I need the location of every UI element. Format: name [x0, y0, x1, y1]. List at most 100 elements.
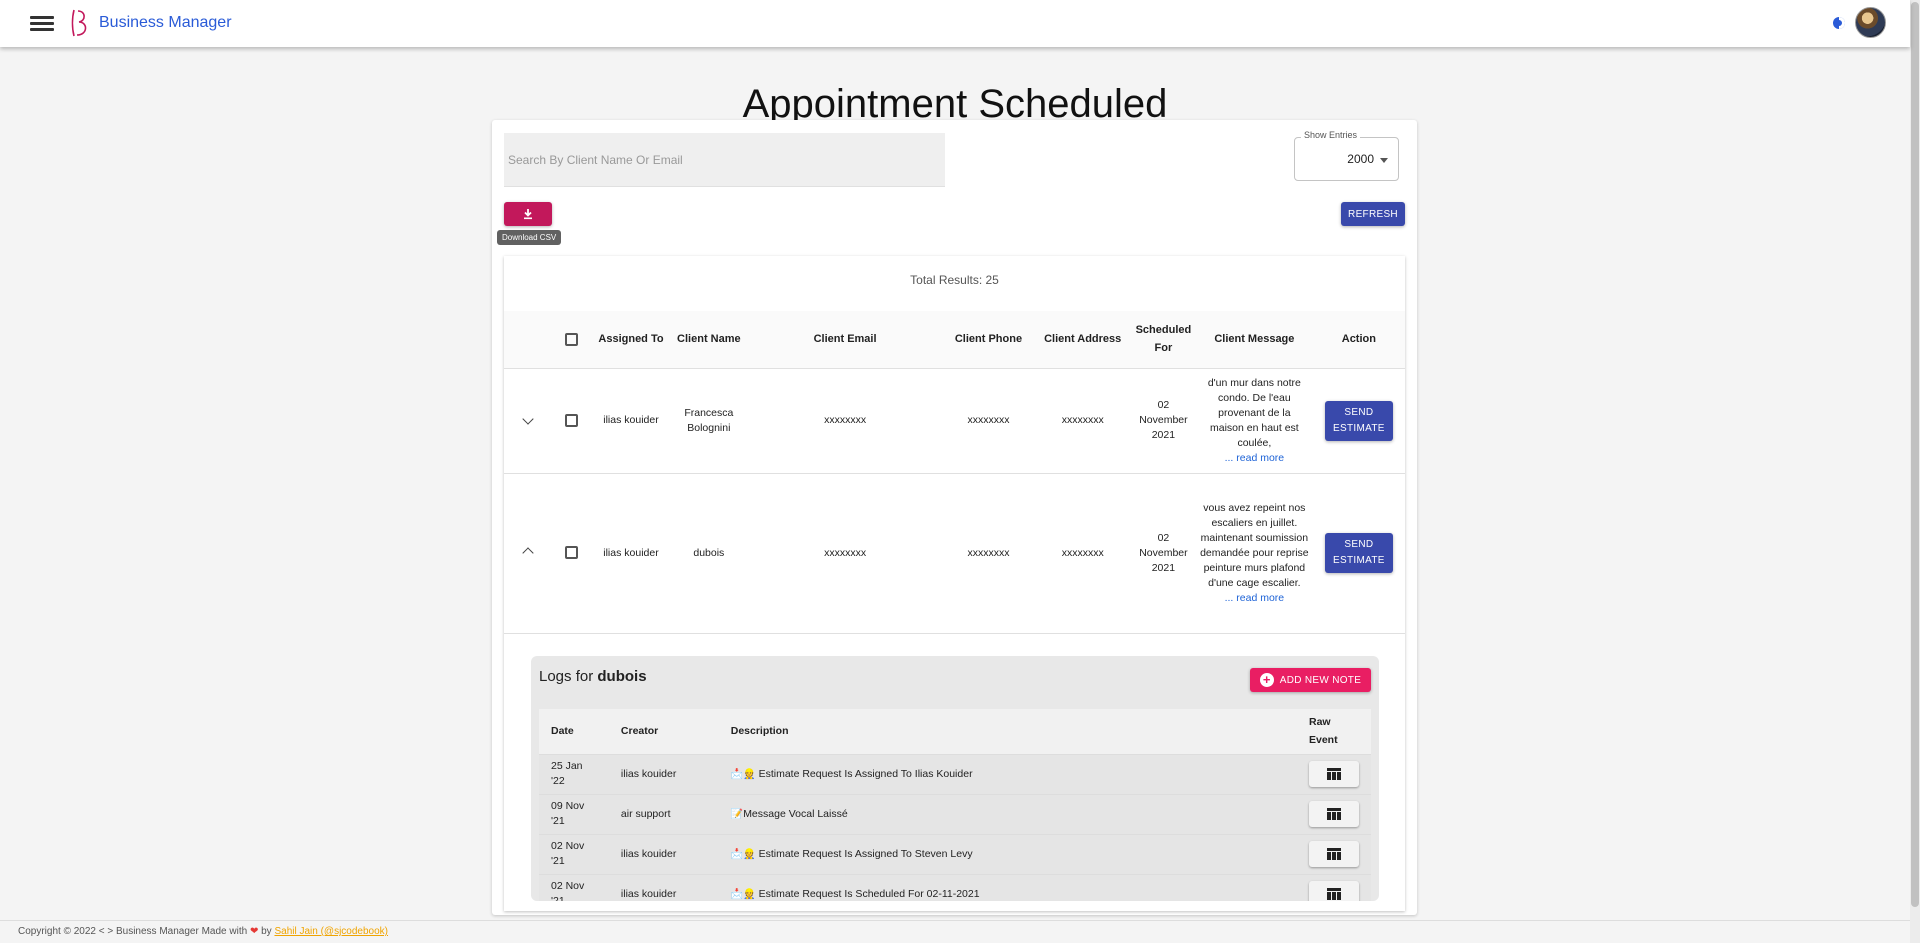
logs-column-header: Date	[539, 709, 609, 755]
log-creator: ilias kouider	[608, 754, 719, 795]
menu-icon[interactable]	[30, 13, 54, 33]
expand-column-header	[504, 311, 552, 369]
log-creator: air support	[608, 794, 719, 835]
footer-text: Copyright © 2022 < > Business Manager Ma…	[18, 926, 248, 937]
log-row: 25 Jan '22 ilias kouider 📩👷 Estimate Req…	[539, 754, 1371, 795]
send-estimate-button[interactable]: SEND ESTIMATE	[1324, 400, 1393, 441]
show-entries-select[interactable]: Show Entries 2000	[1294, 130, 1399, 181]
user-avatar[interactable]	[1855, 7, 1886, 38]
client-address-cell: xxxxxxxx	[1034, 368, 1131, 474]
client-message-text: vous avez repeint nos escaliers en juill…	[1200, 501, 1309, 589]
table-header-row: Assigned To Client Name Client Email Cli…	[504, 311, 1405, 369]
log-date: 25 Jan '22	[539, 754, 609, 795]
table-row: ilias kouider dubois xxxxxxxx xxxxxxxx x…	[504, 473, 1405, 634]
logs-panel: Logs for dubois + ADD NEW NOTE Date Crea…	[531, 656, 1379, 901]
author-link[interactable]: Sahil Jain (@sjcodebook)	[274, 926, 388, 937]
total-results: Total Results: 25	[910, 273, 999, 287]
scheduled-for-cell: 02 November 2021	[1130, 473, 1196, 634]
table-icon	[1326, 888, 1341, 900]
brand-name[interactable]: Business Manager	[99, 14, 232, 32]
logs-column-header: Raw Event	[1296, 709, 1371, 755]
raw-event-button[interactable]	[1308, 761, 1359, 787]
client-email-cell: xxxxxxxx	[747, 473, 943, 634]
raw-event-button[interactable]	[1308, 801, 1359, 827]
app-bar: Business Manager	[0, 0, 1910, 47]
column-header[interactable]: Client Address	[1034, 311, 1131, 369]
log-description-cell: 📝Message Vocal Laissé	[718, 794, 1297, 835]
add-new-note-button[interactable]: + ADD NEW NOTE	[1250, 668, 1371, 692]
row-checkbox[interactable]	[565, 413, 579, 427]
column-header[interactable]: Client Email	[747, 311, 943, 369]
select-all-checkbox[interactable]	[565, 332, 579, 346]
add-note-label: ADD NEW NOTE	[1279, 674, 1362, 686]
raw-event-button[interactable]	[1308, 841, 1359, 867]
log-event-icon: 📝	[730, 808, 744, 820]
log-description: Estimate Request Is Scheduled For 02-11-…	[758, 887, 980, 900]
heart-icon: ❤	[249, 926, 259, 937]
show-entries-label: Show Entries	[1301, 130, 1361, 140]
show-entries-value: 2000	[1347, 152, 1374, 166]
results-card: Total Results: 25 Assigned To Client Nam…	[504, 256, 1405, 911]
client-address-cell: xxxxxxxx	[1034, 473, 1131, 634]
log-row: 02 Nov '21 ilias kouider 📩👷 Estimate Req…	[539, 834, 1371, 875]
log-date: 02 Nov '21	[539, 874, 609, 901]
theme-toggle-icon[interactable]	[1832, 16, 1846, 30]
footer-by: by	[261, 926, 272, 937]
client-email-cell: xxxxxxxx	[747, 368, 943, 474]
appointments-table: Assigned To Client Name Client Email Cli…	[504, 311, 1405, 634]
log-date: 02 Nov '21	[539, 834, 609, 875]
add-circle-icon: +	[1259, 673, 1274, 687]
client-message-cell: d'un mur dans notre condo. De l'eau prov…	[1195, 368, 1313, 474]
logs-header-row: Date Creator Description Raw Event	[539, 709, 1371, 755]
column-header[interactable]: Assigned To	[592, 311, 670, 369]
table-icon	[1326, 808, 1341, 820]
raw-event-cell	[1296, 834, 1371, 875]
read-more-link[interactable]: ... read more	[1225, 592, 1285, 604]
select-cell	[551, 368, 593, 474]
logs-table: Date Creator Description Raw Event 25 Ja…	[539, 709, 1371, 901]
client-phone-cell: xxxxxxxx	[942, 368, 1035, 474]
log-description: Message Vocal Laissé	[743, 807, 848, 820]
refresh-button[interactable]: REFRESH	[1341, 202, 1405, 226]
table-icon	[1326, 848, 1341, 860]
column-header[interactable]: Scheduled For	[1130, 311, 1196, 369]
download-csv-button[interactable]	[504, 202, 552, 226]
search-input[interactable]	[504, 133, 945, 187]
footer: Copyright © 2022 < > Business Manager Ma…	[0, 920, 1910, 943]
client-name-cell: Francesca Bolognini	[669, 368, 748, 474]
select-all-header	[551, 311, 593, 369]
page-scrollbar[interactable]	[1910, 0, 1920, 943]
logs-title-prefix: Logs for	[539, 668, 594, 685]
expand-cell[interactable]	[504, 473, 552, 634]
log-creator: ilias kouider	[608, 874, 719, 901]
raw-event-button[interactable]	[1308, 881, 1359, 901]
logs-client-name: dubois	[597, 668, 647, 685]
raw-event-cell	[1296, 794, 1371, 835]
action-cell: SEND ESTIMATE	[1312, 368, 1405, 474]
action-cell: SEND ESTIMATE	[1312, 473, 1405, 634]
read-more-link[interactable]: ... read more	[1225, 452, 1285, 464]
table-icon	[1326, 768, 1341, 780]
column-header[interactable]: Client Name	[669, 311, 748, 369]
column-header[interactable]: Client Phone	[942, 311, 1035, 369]
assigned-to-cell: ilias kouider	[592, 473, 670, 634]
logs-title: Logs for dubois	[539, 668, 647, 685]
download-csv-tooltip: Download CSV	[497, 230, 562, 245]
log-event-icon: 📩👷	[730, 768, 756, 780]
log-event-icon: 📩👷	[730, 848, 756, 860]
row-checkbox[interactable]	[565, 546, 579, 560]
appointments-panel: Show Entries 2000 Download CSV REFRESH T…	[492, 120, 1417, 915]
chevron-up-icon[interactable]	[521, 546, 534, 559]
scheduled-for-cell: 02 November 2021	[1130, 368, 1196, 474]
log-description-cell: 📩👷 Estimate Request Is Assigned To Ilias…	[718, 754, 1297, 795]
chevron-down-icon[interactable]	[521, 413, 534, 425]
client-phone-cell: xxxxxxxx	[942, 473, 1035, 634]
send-estimate-button[interactable]: SEND ESTIMATE	[1324, 533, 1393, 573]
table-row: ilias kouider Francesca Bolognini xxxxxx…	[504, 368, 1405, 474]
log-row: 09 Nov '21 air support 📝Message Vocal La…	[539, 794, 1371, 835]
log-event-icon: 📩👷	[730, 888, 756, 900]
expand-cell[interactable]	[504, 368, 552, 474]
column-header[interactable]: Client Message	[1195, 311, 1313, 369]
brand-logo	[71, 9, 87, 37]
raw-event-cell	[1296, 754, 1371, 795]
